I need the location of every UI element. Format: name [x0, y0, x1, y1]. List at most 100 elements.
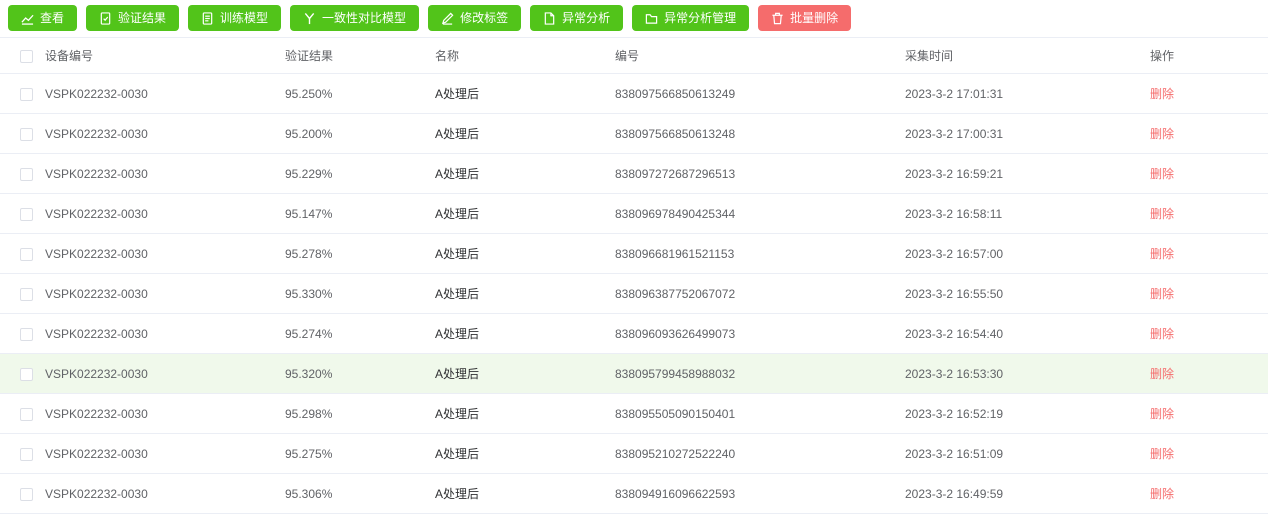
row-checkbox[interactable]: [20, 167, 33, 181]
action-cell: 删除: [1150, 353, 1268, 394]
name-cell: A处理后: [435, 313, 615, 354]
name-cell: A处理后: [435, 153, 615, 194]
action-cell: 删除: [1150, 73, 1268, 114]
action-cell: 删除: [1150, 433, 1268, 474]
chart-line-icon: [21, 12, 34, 25]
name-cell: A处理后: [435, 393, 615, 434]
column-header-action: 操作: [1150, 37, 1268, 74]
column-header-result: 验证结果: [285, 37, 435, 74]
action-cell: 删除: [1150, 193, 1268, 234]
table-row: VSPK022232-0030 95.250% A处理后 83809756685…: [0, 73, 1268, 114]
device-number-cell: VSPK022232-0030: [45, 113, 285, 154]
collect-time-cell: 2023-3-2 16:53:30: [905, 353, 1150, 394]
verify-result-cell: 95.330%: [285, 273, 435, 314]
verify-result-button[interactable]: 验证结果: [86, 5, 180, 31]
row-checkbox[interactable]: [20, 327, 33, 341]
verify-result-cell: 95.250%: [285, 73, 435, 114]
verify-result-cell: 95.278%: [285, 233, 435, 274]
row-checkbox[interactable]: [20, 367, 33, 381]
delete-link[interactable]: 删除: [1150, 327, 1174, 341]
button-label: 查看: [40, 11, 65, 25]
delete-link[interactable]: 删除: [1150, 287, 1174, 301]
collect-time-cell: 2023-3-2 16:51:09: [905, 433, 1150, 474]
device-number-cell: VSPK022232-0030: [45, 73, 285, 114]
row-checkbox[interactable]: [20, 87, 33, 101]
device-number-cell: VSPK022232-0030: [45, 273, 285, 314]
collect-time-cell: 2023-3-2 17:00:31: [905, 113, 1150, 154]
number-cell: 838096387752067072: [615, 273, 905, 314]
edit-label-button[interactable]: 修改标签: [428, 5, 522, 31]
collect-time-cell: 2023-3-2 16:59:21: [905, 153, 1150, 194]
row-checkbox[interactable]: [20, 407, 33, 421]
device-number-cell: VSPK022232-0030: [45, 353, 285, 394]
verify-result-cell: 95.229%: [285, 153, 435, 194]
select-all-checkbox[interactable]: [20, 49, 33, 63]
collect-time-cell: 2023-3-2 17:01:31: [905, 73, 1150, 114]
delete-link[interactable]: 删除: [1150, 407, 1174, 421]
collect-time-cell: 2023-3-2 16:57:00: [905, 233, 1150, 274]
anomaly-analysis-manage-button[interactable]: 异常分析管理: [632, 5, 750, 31]
delete-link[interactable]: 删除: [1150, 367, 1174, 381]
button-label: 修改标签: [460, 11, 509, 25]
train-model-button[interactable]: 训练模型: [188, 5, 282, 31]
number-cell: 838095210272522240: [615, 433, 905, 474]
name-cell: A处理后: [435, 233, 615, 274]
row-checkbox-cell: [0, 353, 45, 394]
row-checkbox[interactable]: [20, 447, 33, 461]
toolbar: 查看 验证结果 训练模型 一致性对比模型 修改标签 异常分析 异常分析管理 批量…: [0, 0, 1268, 37]
row-checkbox[interactable]: [20, 287, 33, 301]
number-cell: 838096093626499073: [615, 313, 905, 354]
row-checkbox[interactable]: [20, 207, 33, 221]
document-icon: [201, 11, 214, 25]
table-row: VSPK022232-0030 95.229% A处理后 83809727268…: [0, 153, 1268, 194]
collect-time-cell: 2023-3-2 16:54:40: [905, 313, 1150, 354]
verify-result-cell: 95.298%: [285, 393, 435, 434]
number-cell: 838096978490425344: [615, 193, 905, 234]
table-row: VSPK022232-0030 95.320% A处理后 83809579945…: [0, 353, 1268, 394]
button-label: 一致性对比模型: [322, 11, 407, 25]
table-row: VSPK022232-0030 95.275% A处理后 83809521027…: [0, 433, 1268, 474]
button-label: 训练模型: [220, 11, 269, 25]
device-number-cell: VSPK022232-0030: [45, 193, 285, 234]
consistency-compare-model-button[interactable]: 一致性对比模型: [290, 5, 420, 31]
number-cell: 838096681961521153: [615, 233, 905, 274]
number-cell: 838095799458988032: [615, 353, 905, 394]
row-checkbox-cell: [0, 113, 45, 154]
row-checkbox[interactable]: [20, 487, 33, 501]
delete-link[interactable]: 删除: [1150, 247, 1174, 261]
collect-time-cell: 2023-3-2 16:52:19: [905, 393, 1150, 434]
edit-icon: [441, 12, 454, 25]
table-row: VSPK022232-0030 95.306% A处理后 83809491609…: [0, 473, 1268, 514]
checklist-icon: [99, 11, 112, 25]
batch-delete-button[interactable]: 批量删除: [758, 5, 852, 31]
device-number-cell: VSPK022232-0030: [45, 393, 285, 434]
table-row: VSPK022232-0030 95.200% A处理后 83809756685…: [0, 113, 1268, 154]
delete-link[interactable]: 删除: [1150, 207, 1174, 221]
row-checkbox-cell: [0, 473, 45, 514]
verify-result-cell: 95.147%: [285, 193, 435, 234]
data-table: 设备编号 验证结果 名称 编号 采集时间 操作 VSPK022232-0030 95.25…: [0, 37, 1268, 514]
device-number-cell: VSPK022232-0030: [45, 473, 285, 514]
delete-link[interactable]: 删除: [1150, 447, 1174, 461]
row-checkbox-cell: [0, 433, 45, 474]
action-cell: 删除: [1150, 313, 1268, 354]
button-label: 验证结果: [118, 11, 167, 25]
delete-link[interactable]: 删除: [1150, 487, 1174, 501]
column-header-device: 设备编号: [45, 37, 285, 74]
row-checkbox-cell: [0, 233, 45, 274]
name-cell: A处理后: [435, 433, 615, 474]
name-cell: A处理后: [435, 193, 615, 234]
delete-link[interactable]: 删除: [1150, 127, 1174, 141]
row-checkbox[interactable]: [20, 127, 33, 141]
view-button[interactable]: 查看: [8, 5, 78, 31]
row-checkbox-cell: [0, 313, 45, 354]
table-row: VSPK022232-0030 95.147% A处理后 83809697849…: [0, 193, 1268, 234]
number-cell: 838097566850613248: [615, 113, 905, 154]
row-checkbox[interactable]: [20, 247, 33, 261]
delete-link[interactable]: 删除: [1150, 87, 1174, 101]
action-cell: 删除: [1150, 113, 1268, 154]
delete-link[interactable]: 删除: [1150, 167, 1174, 181]
verify-result-cell: 95.200%: [285, 113, 435, 154]
collect-time-cell: 2023-3-2 16:55:50: [905, 273, 1150, 314]
anomaly-analysis-button[interactable]: 异常分析: [530, 5, 624, 31]
